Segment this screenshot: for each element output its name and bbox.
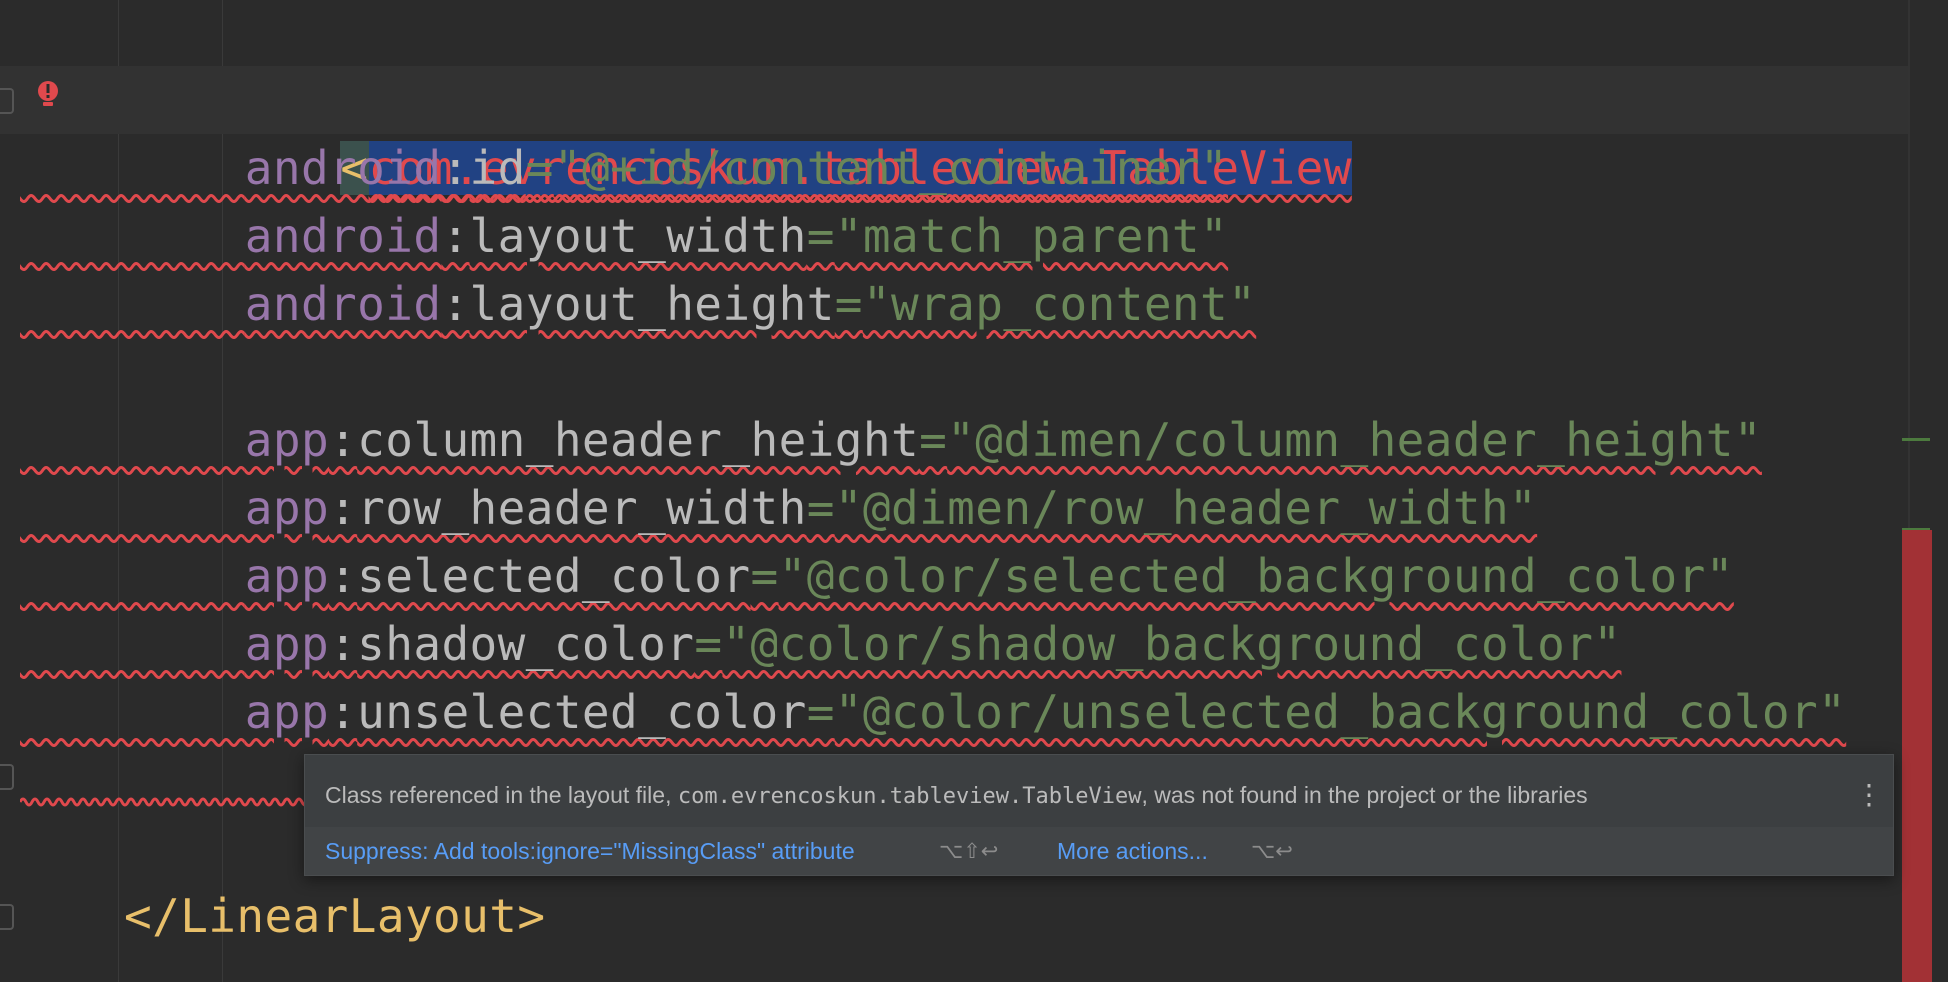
attribute-namespace: app — [244, 685, 330, 739]
attribute-namespace: app — [244, 481, 330, 535]
attribute-name: shadow_color — [357, 617, 695, 671]
attribute-equals: = — [750, 549, 779, 603]
code-line-tag[interactable]: <com.evrencoskun.tableview.TableView — [228, 66, 1352, 195]
code-line-attribute[interactable]: android:layout_width="match_parent" — [20, 202, 1228, 270]
attribute-equals: = — [919, 413, 948, 467]
error-message-class: com.evrencoskun.tableview.TableView — [677, 784, 1142, 809]
attribute-colon: : — [329, 481, 358, 535]
code-line-attribute[interactable]: app:unselected_color="@color/unselected_… — [20, 678, 1846, 746]
error-squiggle-indent — [20, 209, 245, 263]
code-line-attribute[interactable]: app:column_header_height="@dimen/column_… — [20, 406, 1762, 474]
error-squiggle-indent — [20, 481, 245, 535]
change-marker[interactable] — [1902, 438, 1930, 441]
error-squiggle-indent — [20, 413, 245, 467]
attribute-colon: : — [329, 685, 358, 739]
attribute-value: "@color/unselected_background_color" — [834, 685, 1847, 739]
attribute-name: id — [469, 141, 526, 195]
more-actions-shortcut: ⌥↩ — [1251, 839, 1293, 863]
code-line-attribute[interactable]: app:row_header_width="@dimen/row_header_… — [20, 474, 1537, 542]
error-message-prefix: Class referenced in the layout file, — [325, 782, 678, 808]
attribute-value: "wrap_content" — [862, 277, 1257, 331]
popup-actions-bar: Suppress: Add tools:ignore="MissingClass… — [305, 827, 1893, 875]
more-actions-link[interactable]: More actions... — [1057, 827, 1208, 875]
attribute-namespace: android — [244, 141, 442, 195]
error-squiggle-indent — [20, 685, 245, 739]
attribute-equals: = — [806, 481, 835, 535]
attribute-equals: = — [834, 277, 863, 331]
error-squiggle-indent — [20, 549, 245, 603]
error-squiggle-indent — [20, 277, 245, 331]
attribute-colon: : — [329, 549, 358, 603]
error-squiggle-indent — [20, 141, 245, 195]
code-line-attribute[interactable]: android:layout_height="wrap_content" — [20, 270, 1256, 338]
attribute-name: column_header_height — [357, 413, 920, 467]
code-line-attribute[interactable]: app:shadow_color="@color/shadow_backgrou… — [20, 610, 1621, 678]
code-line-attribute[interactable]: app:selected_color="@color/selected_back… — [20, 542, 1734, 610]
attribute-colon: : — [441, 209, 470, 263]
attribute-value: "@+id/content_container" — [553, 141, 1229, 195]
attribute-colon: : — [329, 617, 358, 671]
error-message-suffix: , was not found in the project or the li… — [1141, 782, 1588, 808]
attribute-colon: : — [441, 277, 470, 331]
attribute-namespace: app — [244, 413, 330, 467]
attribute-namespace: android — [244, 209, 442, 263]
fold-marker-icon[interactable] — [0, 764, 14, 790]
fold-marker-icon[interactable] — [0, 904, 14, 930]
suppress-shortcut: ⌥⇧↩ — [939, 839, 999, 863]
attribute-equals: = — [694, 617, 723, 671]
attribute-equals: = — [806, 685, 835, 739]
attribute-colon: : — [441, 141, 470, 195]
attribute-namespace: app — [244, 617, 330, 671]
attribute-value: "match_parent" — [834, 209, 1229, 263]
attribute-namespace: android — [244, 277, 442, 331]
code-editor[interactable]: <com.evrencoskun.tableview.TableView and… — [0, 0, 1948, 982]
attribute-name: row_header_width — [357, 481, 807, 535]
attribute-value: "@dimen/row_header_width" — [834, 481, 1538, 535]
suppress-action-link[interactable]: Suppress: Add tools:ignore="MissingClass… — [325, 827, 855, 875]
error-message: Class referenced in the layout file, com… — [325, 775, 1588, 815]
attribute-name: layout_height — [469, 277, 835, 331]
attribute-colon: : — [329, 413, 358, 467]
error-squiggle-indent — [20, 617, 245, 671]
attribute-equals: = — [806, 209, 835, 263]
attribute-value: "@color/shadow_background_color" — [722, 617, 1622, 671]
code-line-closing-tag[interactable]: </LinearLayout> — [124, 882, 545, 950]
fold-marker-icon[interactable] — [0, 88, 14, 114]
error-tooltip-popup: Class referenced in the layout file, com… — [304, 754, 1894, 876]
attribute-name: unselected_color — [357, 685, 807, 739]
attribute-value: "@color/selected_background_color" — [778, 549, 1734, 603]
error-squiggle — [20, 794, 310, 810]
attribute-value: "@dimen/column_header_height" — [947, 413, 1762, 467]
code-line-attribute[interactable]: android:id="@+id/content_container" — [20, 134, 1228, 202]
attribute-namespace: app — [244, 549, 330, 603]
attribute-name: selected_color — [357, 549, 751, 603]
attribute-equals: = — [525, 141, 554, 195]
attribute-name: layout_width — [469, 209, 807, 263]
error-stripe-marker[interactable] — [1902, 530, 1932, 982]
vertical-ellipsis-icon[interactable]: ⋮ — [1855, 777, 1883, 813]
error-bulb-icon[interactable] — [36, 80, 60, 108]
